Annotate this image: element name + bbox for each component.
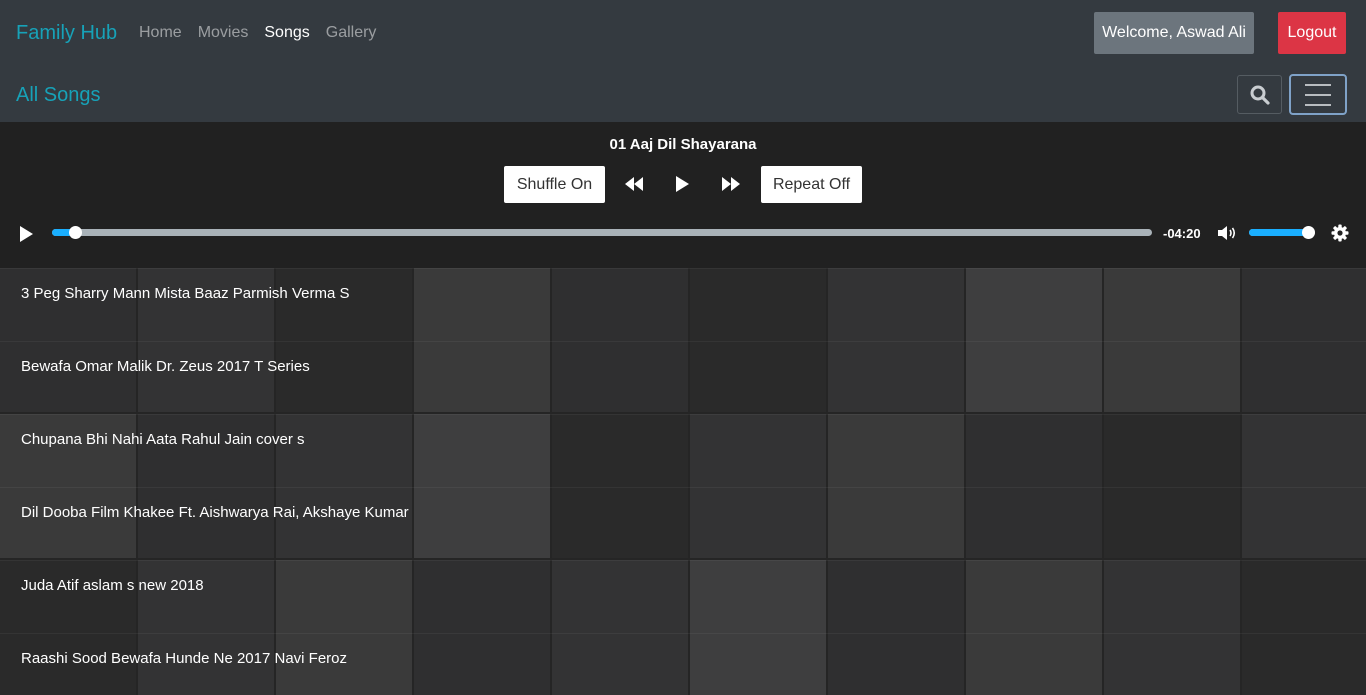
hamburger-icon-line [1305, 93, 1331, 96]
settings-button[interactable] [1330, 223, 1350, 243]
seek-bar[interactable] [52, 226, 1152, 239]
song-list-item[interactable]: Chupana Bhi Nahi Aata Rahul Jain cover s [0, 414, 1366, 486]
player-play-button[interactable] [14, 222, 38, 246]
now-playing-title: 01 Aaj Dil Shayarana [609, 136, 757, 153]
song-title: Bewafa Omar Malik Dr. Zeus 2017 T Series [21, 358, 310, 375]
rewind-icon [625, 177, 643, 191]
page-title: All Songs [16, 84, 101, 106]
volume-slider[interactable] [1249, 226, 1315, 239]
song-list-item[interactable]: Juda Atif aslam s new 2018 [0, 560, 1366, 632]
nav-link-gallery[interactable]: Gallery [318, 24, 385, 42]
volume-level [1249, 229, 1308, 236]
nav-link-home[interactable]: Home [131, 24, 190, 42]
search-button[interactable] [1237, 75, 1282, 114]
settings-icon [1331, 224, 1349, 242]
play-icon [20, 226, 33, 242]
song-list: 3 Peg Sharry Mann Mista Baaz Parmish Ver… [0, 268, 1366, 695]
hamburger-icon [1305, 83, 1331, 86]
song-list-item[interactable]: 3 Peg Sharry Mann Mista Baaz Parmish Ver… [0, 268, 1366, 340]
nav-link-movies[interactable]: Movies [190, 24, 257, 42]
song-title: Raashi Sood Bewafa Hunde Ne 2017 Navi Fe… [21, 650, 348, 667]
hamburger-icon-line [1305, 103, 1331, 106]
audio-player: 01 Aaj Dil Shayarana Shuffle On Repeat O… [0, 122, 1366, 268]
song-list-item[interactable]: Raashi Sood Bewafa Hunde Ne 2017 Navi Fe… [0, 633, 1366, 695]
repeat-button[interactable]: Repeat Off [761, 166, 862, 203]
search-icon [1250, 85, 1270, 105]
nav-link-songs[interactable]: Songs [256, 24, 317, 42]
song-title: Juda Atif aslam s new 2018 [21, 577, 204, 594]
previous-button[interactable] [620, 174, 648, 194]
song-title: 3 Peg Sharry Mann Mista Baaz Parmish Ver… [21, 285, 350, 302]
volume-icon [1218, 226, 1236, 240]
play-icon [676, 176, 689, 192]
next-button[interactable] [717, 174, 745, 194]
brand-link[interactable]: Family Hub [16, 22, 117, 45]
song-title: Chupana Bhi Nahi Aata Rahul Jain cover s [21, 431, 305, 448]
song-list-item[interactable]: Bewafa Omar Malik Dr. Zeus 2017 T Series [0, 341, 1366, 413]
seek-handle[interactable] [69, 226, 82, 239]
play-button[interactable] [670, 172, 694, 196]
volume-handle[interactable] [1302, 226, 1315, 239]
navbar: Family Hub Home Movies Songs Gallery Wel… [0, 0, 1366, 122]
mute-button[interactable] [1216, 222, 1240, 244]
song-title: Dil Dooba Film Khakee Ft. Aishwarya Rai,… [21, 504, 409, 521]
welcome-button[interactable]: Welcome, Aswad Ali [1094, 12, 1254, 54]
song-list-item[interactable]: Dil Dooba Film Khakee Ft. Aishwarya Rai,… [0, 487, 1366, 559]
menu-toggle-button[interactable] [1289, 74, 1347, 115]
shuffle-button[interactable]: Shuffle On [504, 166, 605, 203]
time-remaining: -04:20 [1163, 226, 1201, 241]
fast-forward-icon [722, 177, 740, 191]
nav-links: Home Movies Songs Gallery [131, 24, 384, 42]
logout-button[interactable]: Logout [1278, 12, 1346, 54]
